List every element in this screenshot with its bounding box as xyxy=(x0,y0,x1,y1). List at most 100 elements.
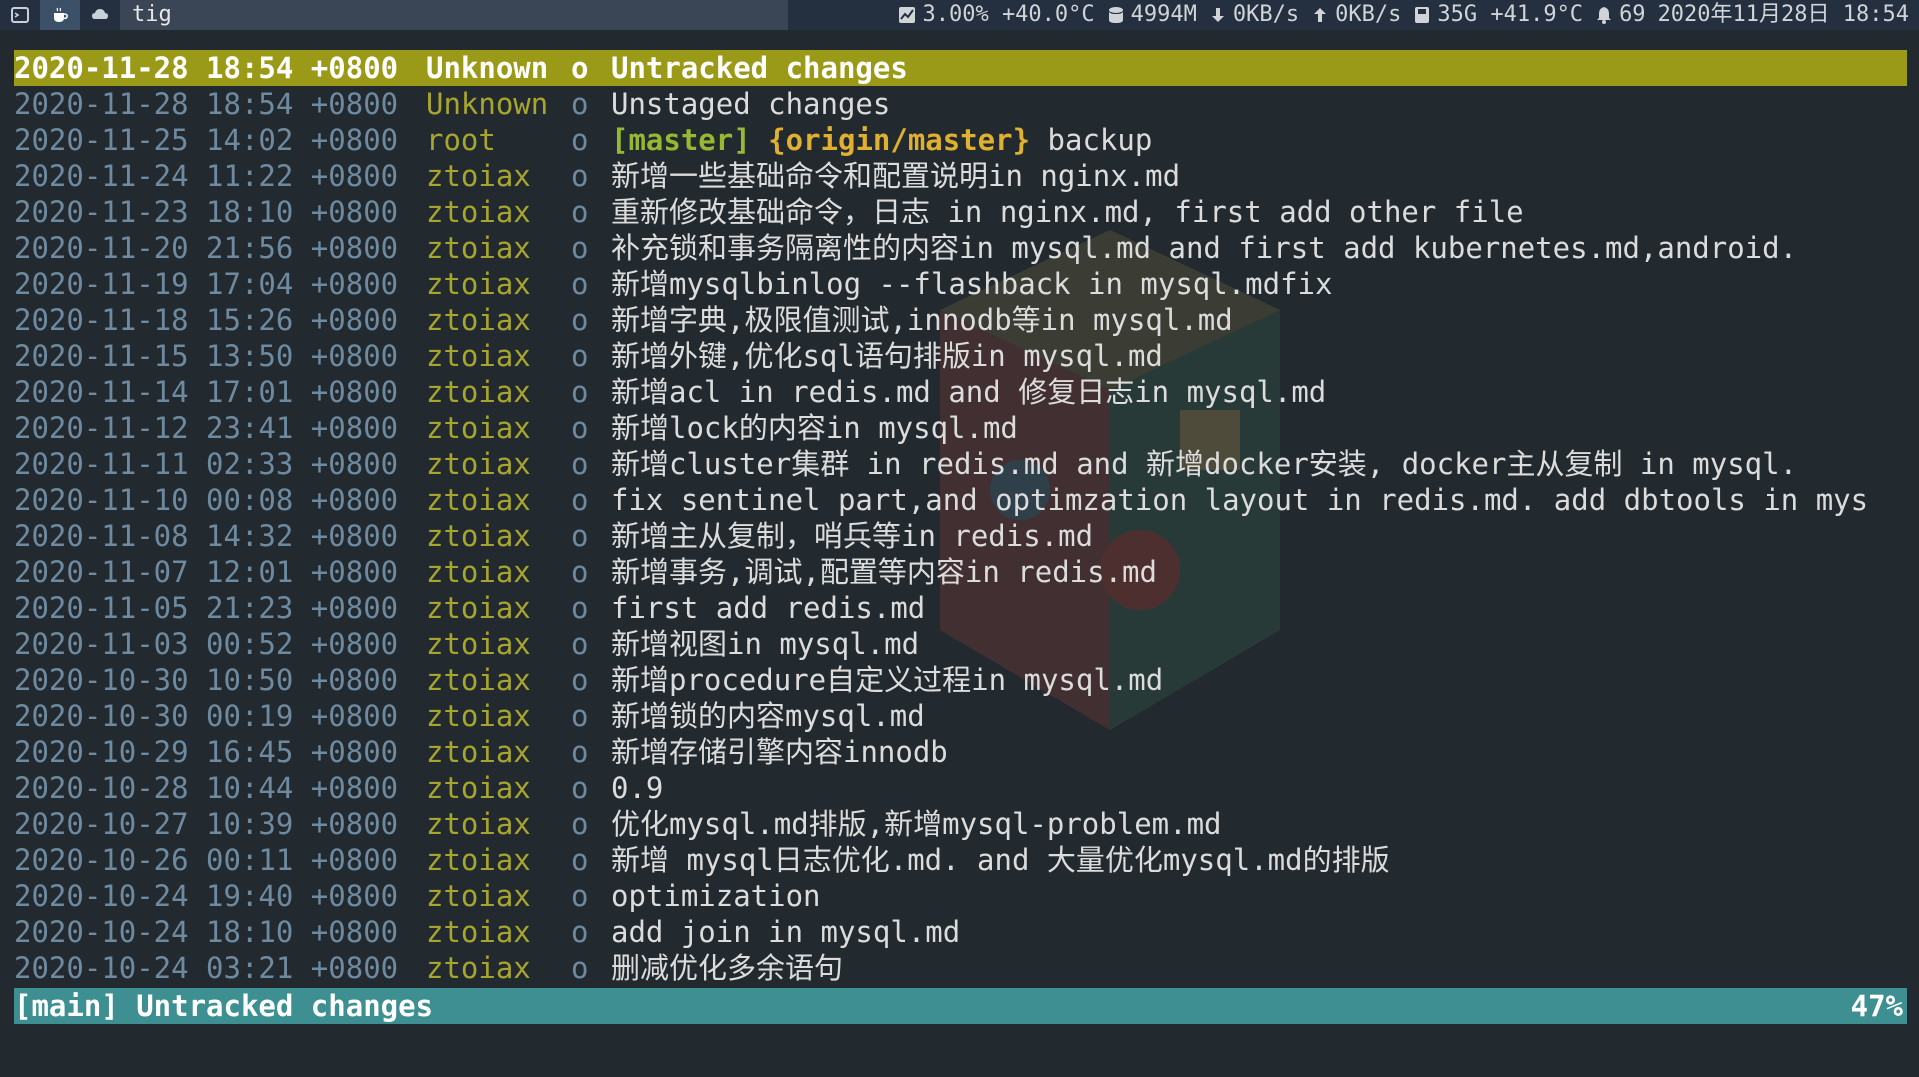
commit-author: ztoiax xyxy=(426,231,531,265)
commit-row[interactable]: 2020-11-05 21:23 +0800 ztoiax o first add r… xyxy=(14,590,1907,626)
commit-row[interactable]: 2020-10-30 10:50 +0800 ztoiax o 新增procedure… xyxy=(14,662,1907,698)
commit-row[interactable]: 2020-11-07 12:01 +0800 ztoiax o 新增事务,调试,配置等… xyxy=(14,554,1907,590)
commit-row[interactable]: 2020-11-15 13:50 +0800 ztoiax o 新增外键,优化sql语… xyxy=(14,338,1907,374)
commit-row[interactable]: 2020-11-28 18:54 +0800 Unknown o Unstaged c… xyxy=(14,86,1907,122)
commit-author: ztoiax xyxy=(426,735,531,769)
workspace-1[interactable] xyxy=(0,0,40,30)
graph-node: o xyxy=(571,915,589,949)
workspace-2[interactable] xyxy=(40,0,80,30)
cpu-indicator: 3.00% +40.0°C xyxy=(898,0,1095,30)
terminal-icon xyxy=(11,7,29,23)
commit-row[interactable]: 2020-11-10 00:08 +0800 ztoiax o fix sentine… xyxy=(14,482,1907,518)
workspace-3[interactable] xyxy=(80,0,120,30)
commit-message: 新增mysqlbinlog --flashback in mysql.mdfix xyxy=(611,267,1333,301)
commit-author: Unknown xyxy=(426,51,549,85)
commit-row[interactable]: 2020-11-03 00:52 +0800 ztoiax o 新增视图in mysq… xyxy=(14,626,1907,662)
commit-row[interactable]: 2020-11-23 18:10 +0800 ztoiax o 重新修改基础命令，日志… xyxy=(14,194,1907,230)
commit-message: 新增事务,调试,配置等内容in redis.md xyxy=(611,555,1157,589)
commit-message-cell: 补充锁和事务隔离性的内容in mysql.md and first add ku… xyxy=(611,230,1797,266)
cloud-icon xyxy=(92,9,108,19)
commit-message: 新增视图in mysql.md xyxy=(611,627,920,661)
commit-row[interactable]: 2020-10-24 19:40 +0800 ztoiax o optimizatio… xyxy=(14,878,1907,914)
commit-row[interactable]: 2020-10-28 10:44 +0800 ztoiax o 0.9 xyxy=(14,770,1907,806)
commit-row[interactable]: 2020-11-12 23:41 +0800 ztoiax o 新增lock的内容in… xyxy=(14,410,1907,446)
commit-message: 新增cluster集群 in redis.md and 新增docker安装, … xyxy=(611,447,1798,481)
commit-row[interactable]: 2020-10-24 03:21 +0800 ztoiax o 删减优化多余语句 xyxy=(14,950,1907,986)
commit-message: 新增外键,优化sql语句排版in mysql.md xyxy=(611,339,1163,373)
commit-author: ztoiax xyxy=(426,483,531,517)
commit-message: backup xyxy=(1047,123,1153,157)
commit-date: 2020-10-27 10:39 +0800 xyxy=(14,807,399,841)
commit-row[interactable]: 2020-11-24 11:22 +0800 ztoiax o 新增一些基础命令和配置… xyxy=(14,158,1907,194)
commit-author: ztoiax xyxy=(426,879,531,913)
disk-indicator: 35G +41.9°C xyxy=(1413,0,1583,30)
graph-node: o xyxy=(571,555,589,589)
commit-row[interactable]: 2020-10-29 16:45 +0800 ztoiax o 新增存储引擎内容inn… xyxy=(14,734,1907,770)
clock: 2020年11月28日 18:54 xyxy=(1657,2,1909,27)
commit-author: ztoiax xyxy=(426,447,531,481)
commit-date: 2020-11-20 21:56 +0800 xyxy=(14,231,399,265)
graph-node: o xyxy=(571,879,589,913)
commit-author: ztoiax xyxy=(426,303,531,337)
commit-date: 2020-10-29 16:45 +0800 xyxy=(14,735,399,769)
graph-node: o xyxy=(571,411,589,445)
commit-message: add join in mysql.md xyxy=(611,915,961,949)
commit-message-cell: 删减优化多余语句 xyxy=(611,950,843,986)
commit-date: 2020-10-26 00:11 +0800 xyxy=(14,843,399,877)
commit-message-cell: 新增acl in redis.md and 修复日志in mysql.md xyxy=(611,374,1326,410)
commit-date: 2020-10-30 10:50 +0800 xyxy=(14,663,399,697)
commit-date: 2020-11-28 18:54 +0800 xyxy=(14,87,399,121)
graph-node: o xyxy=(571,663,589,697)
commit-message-cell: optimization xyxy=(611,878,821,914)
commit-message: 新增存储引擎内容innodb xyxy=(611,735,948,769)
commit-row[interactable]: 2020-11-28 18:54 +0800 Unknown o Untracked … xyxy=(14,50,1907,86)
commit-row[interactable]: 2020-10-30 00:19 +0800 ztoiax o 新增锁的内容mysql… xyxy=(14,698,1907,734)
coffee-icon xyxy=(54,7,68,22)
commit-message-cell: 新增mysqlbinlog --flashback in mysql.mdfix xyxy=(611,266,1332,302)
commit-row[interactable]: 2020-11-19 17:04 +0800 ztoiax o 新增mysqlbinl… xyxy=(14,266,1907,302)
commit-date: 2020-11-03 00:52 +0800 xyxy=(14,627,399,661)
commit-author: ztoiax xyxy=(426,663,531,697)
commit-row[interactable]: 2020-11-14 17:01 +0800 ztoiax o 新增acl in re… xyxy=(14,374,1907,410)
graph-node: o xyxy=(571,591,589,625)
window-title[interactable]: tig xyxy=(120,0,788,30)
commit-date: 2020-11-25 14:02 +0800 xyxy=(14,123,399,157)
graph-node: o xyxy=(571,303,589,337)
commit-message-cell: 新增lock的内容in mysql.md xyxy=(611,410,1018,446)
commit-message-cell: 新增主从复制，哨兵等in redis.md xyxy=(611,518,1093,554)
commit-message: 新增锁的内容mysql.md xyxy=(611,699,925,733)
commit-row[interactable]: 2020-10-27 10:39 +0800 ztoiax o 优化mysql.md排… xyxy=(14,806,1907,842)
commit-date: 2020-11-24 11:22 +0800 xyxy=(14,159,399,193)
commit-message: first add redis.md xyxy=(611,591,926,625)
commit-author: Unknown xyxy=(426,87,549,121)
commit-row[interactable]: 2020-11-08 14:32 +0800 ztoiax o 新增主从复制，哨兵等i… xyxy=(14,518,1907,554)
commit-message: Unstaged changes xyxy=(611,87,891,121)
commit-row[interactable]: 2020-10-24 18:10 +0800 ztoiax o add join in… xyxy=(14,914,1907,950)
commit-row[interactable]: 2020-11-25 14:02 +0800 root o [master] {ori… xyxy=(14,122,1907,158)
tig-status-line: [main] Untracked changes 47% xyxy=(14,988,1907,1024)
notification-indicator[interactable]: 69 xyxy=(1595,0,1646,30)
commit-log-list[interactable]: 2020-11-28 18:54 +0800 Unknown o Untracked … xyxy=(14,50,1907,986)
chart-icon xyxy=(899,7,916,23)
commit-row[interactable]: 2020-11-20 21:56 +0800 ztoiax o 补充锁和事务隔离性的内… xyxy=(14,230,1907,266)
download-indicator: 0KB/s xyxy=(1209,0,1299,30)
commit-message-cell: 0.9 xyxy=(611,770,663,806)
commit-message-cell: 新增cluster集群 in redis.md and 新增docker安装, … xyxy=(611,446,1797,482)
commit-author: ztoiax xyxy=(426,267,531,301)
terminal-window[interactable]: 2020-11-28 18:54 +0800 Unknown o Untracked … xyxy=(0,30,1919,1077)
commit-row[interactable]: 2020-10-26 00:11 +0800 ztoiax o 新增 mysql日志优… xyxy=(14,842,1907,878)
graph-node: o xyxy=(571,771,589,805)
commit-date: 2020-11-11 02:33 +0800 xyxy=(14,447,399,481)
commit-message-cell: 新增procedure自定义过程in mysql.md xyxy=(611,662,1163,698)
commit-message-cell: first add redis.md xyxy=(611,590,925,626)
commit-message: 新增procedure自定义过程in mysql.md xyxy=(611,663,1164,697)
commit-date: 2020-11-23 18:10 +0800 xyxy=(14,195,399,229)
commit-date: 2020-11-08 14:32 +0800 xyxy=(14,519,399,553)
commit-author: ztoiax xyxy=(426,807,531,841)
system-tray: 3.00% +40.0°C 4994M 0KB/s 0KB/s 35G +41.… xyxy=(788,0,1919,30)
commit-row[interactable]: 2020-11-11 02:33 +0800 ztoiax o 新增cluster集群… xyxy=(14,446,1907,482)
commit-date: 2020-11-10 00:08 +0800 xyxy=(14,483,399,517)
commit-row[interactable]: 2020-11-18 15:26 +0800 ztoiax o 新增字典,极限值测试,… xyxy=(14,302,1907,338)
commit-message-cell: Untracked changes xyxy=(611,50,908,86)
commit-message: Untracked changes xyxy=(611,51,908,85)
